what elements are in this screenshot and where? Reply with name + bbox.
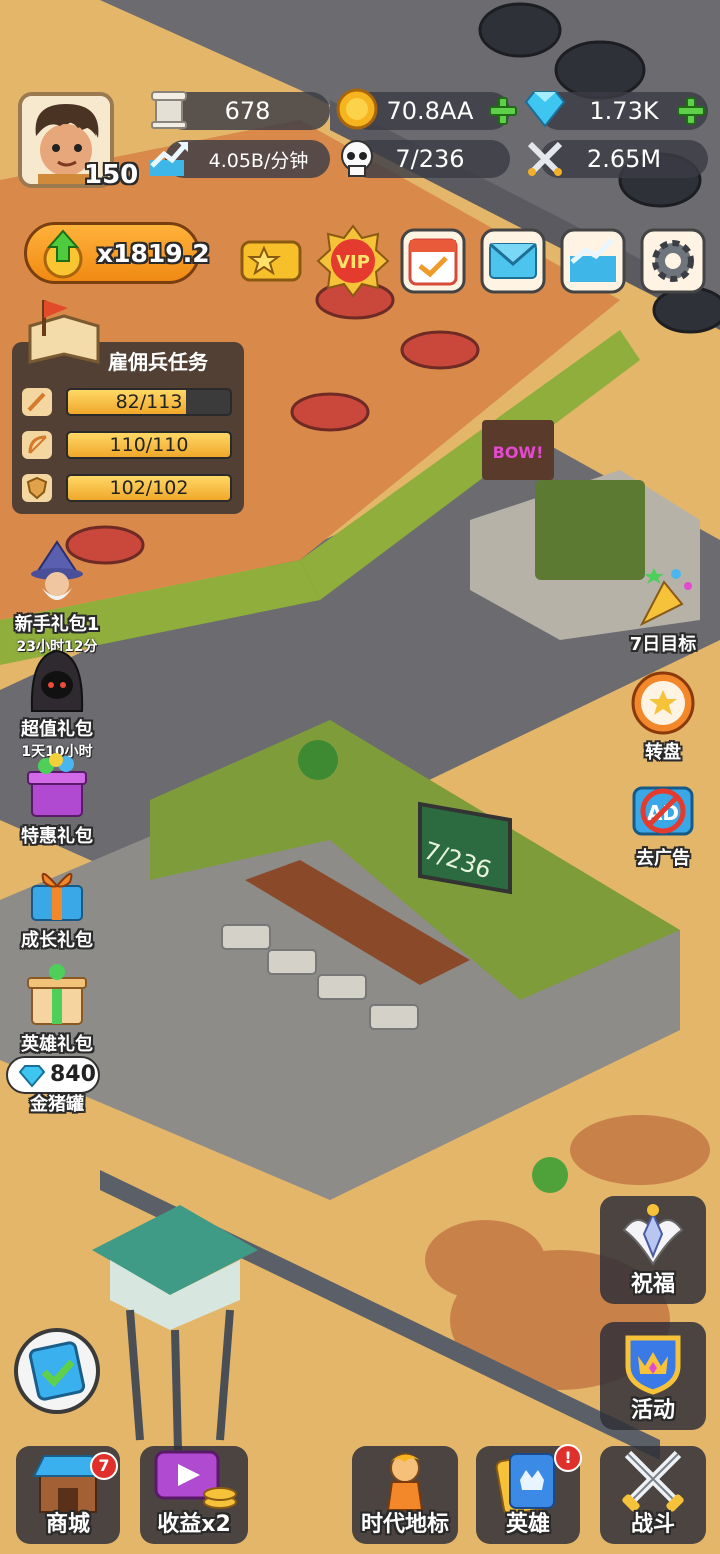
party-popper-icon: [639, 568, 692, 627]
piggy-bank-button[interactable]: 金猪罐: [12, 1094, 102, 1116]
quest-button[interactable]: [14, 1328, 100, 1414]
nav-battle-label: 战斗: [630, 1512, 675, 1537]
nav-shop[interactable]: 7 商城: [16, 1446, 120, 1544]
hero-gift-icon: [27, 964, 87, 1025]
special-pack-button[interactable]: 特惠礼包: [12, 752, 102, 848]
nav-heroes[interactable]: ! 英雄: [476, 1444, 582, 1544]
diamond-icon: [18, 1065, 46, 1088]
calendar-button[interactable]: [400, 228, 466, 294]
blessing-label: 祝福: [630, 1272, 675, 1297]
nav-era-landmark[interactable]: 时代地标: [352, 1446, 458, 1544]
video-coins-icon: [154, 1450, 237, 1509]
gear-icon: [640, 228, 706, 294]
mail-button[interactable]: [480, 228, 546, 294]
settings-button[interactable]: [640, 228, 706, 294]
crossed-swords-icon: [622, 1450, 684, 1512]
progress-bar: 82/113: [66, 388, 232, 416]
map-flag-icon: [28, 300, 100, 364]
add-diamond-button[interactable]: [676, 96, 706, 126]
ticket-star-icon: [240, 240, 302, 282]
add-gold-button[interactable]: [488, 96, 518, 126]
crown-shield-icon: [625, 1335, 681, 1395]
caveman-icon: [386, 1453, 424, 1511]
nav-battle[interactable]: 战斗: [600, 1446, 706, 1544]
mission-title: 雇佣兵任务: [108, 350, 208, 374]
gift-box-icon: [27, 753, 87, 817]
progress-text: 82/113: [115, 391, 183, 413]
coin-up-arrow-icon: [43, 229, 83, 279]
activity-button[interactable]: 活动: [600, 1322, 706, 1430]
blessing-icon: [622, 1204, 684, 1266]
diamond-icon: [524, 91, 566, 128]
nav-double-income-label: 收益x2: [157, 1512, 231, 1537]
spin-wheel-label: 转盘: [645, 742, 681, 763]
bow-icon: [22, 431, 52, 459]
mission-bar-sword: 82/113: [22, 386, 236, 418]
activity-label: 活动: [630, 1398, 675, 1423]
value-pack-label: 超值礼包: [21, 719, 93, 740]
seven-day-goal-label: 7日目标: [629, 634, 697, 655]
progress-text: 110/110: [109, 434, 189, 456]
crossed-swords-power-icon: [527, 141, 563, 176]
hero-pack-button[interactable]: 英雄礼包: [12, 960, 102, 1056]
calendar-check-icon: [400, 228, 466, 294]
newbie-pack-button[interactable]: 新手礼包1 23小时12分: [12, 540, 102, 656]
mail-icon: [480, 228, 546, 294]
growth-pack-button[interactable]: 成长礼包: [12, 856, 102, 952]
nav-heroes-label: 英雄: [505, 1512, 550, 1537]
stats-button[interactable]: [560, 228, 626, 294]
newbie-pack-label: 新手礼包1: [14, 614, 100, 635]
remove-ads-label: 去广告: [636, 848, 690, 869]
piggy-diamond-value: 840: [50, 1062, 96, 1087]
shop-badge: 7: [90, 1452, 118, 1480]
sword-icon: [22, 388, 52, 416]
nav-shop-label: 商城: [45, 1512, 90, 1537]
dark-hood-icon: [30, 649, 84, 712]
chart-icon: [560, 228, 626, 294]
income-arrow-icon: [150, 142, 188, 176]
income-rate-value: 4.05B/分钟: [208, 149, 309, 172]
checklist-icon: [28, 1341, 86, 1401]
progress-bar: 102/102: [66, 474, 232, 502]
income-boost-button[interactable]: x1819.2: [24, 222, 210, 284]
value-pack-button[interactable]: 超值礼包 1天10小时: [12, 645, 102, 761]
growth-pack-label: 成长礼包: [21, 930, 93, 951]
heroes-badge: !: [554, 1444, 582, 1472]
piggy-diamond-bubble: 840: [6, 1056, 100, 1094]
remove-ads-button[interactable]: AD 去广告: [618, 774, 708, 870]
hero-pack-label: 英雄礼包: [21, 1034, 93, 1055]
special-pack-label: 特惠礼包: [21, 826, 93, 847]
player-level: 150: [84, 160, 139, 190]
nav-era-landmark-label: 时代地标: [360, 1512, 449, 1537]
wheel-icon: [631, 671, 695, 735]
wall-sign: BOW!: [493, 443, 544, 462]
nav-double-income[interactable]: 收益x2: [140, 1446, 248, 1544]
wizard-icon: [31, 540, 83, 600]
vip-label: VIP: [336, 252, 370, 273]
pass-ticket-button[interactable]: [238, 228, 304, 294]
spin-wheel-button[interactable]: 转盘: [618, 668, 708, 764]
growth-gift-icon: [31, 873, 83, 921]
mission-bar-bow: 110/110: [22, 429, 236, 461]
seven-day-goal-button[interactable]: 7日目标: [618, 560, 708, 656]
mission-bar-shield: 102/102: [22, 472, 236, 504]
boost-multiplier: x1819.2: [97, 239, 210, 268]
stone-pillar-icon: [151, 91, 187, 129]
skull-icon: [341, 140, 373, 177]
piggy-bank-label: 金猪罐: [30, 1094, 84, 1115]
blessing-button[interactable]: 祝福: [600, 1196, 706, 1304]
progress-text: 102/102: [109, 477, 189, 499]
vip-badge-icon: VIP: [316, 224, 390, 298]
gold-coin-icon: [336, 88, 378, 130]
no-ads-icon: AD: [632, 786, 694, 836]
shield-icon: [22, 474, 52, 502]
vip-button[interactable]: VIP: [316, 224, 390, 298]
progress-bar: 110/110: [66, 431, 232, 459]
